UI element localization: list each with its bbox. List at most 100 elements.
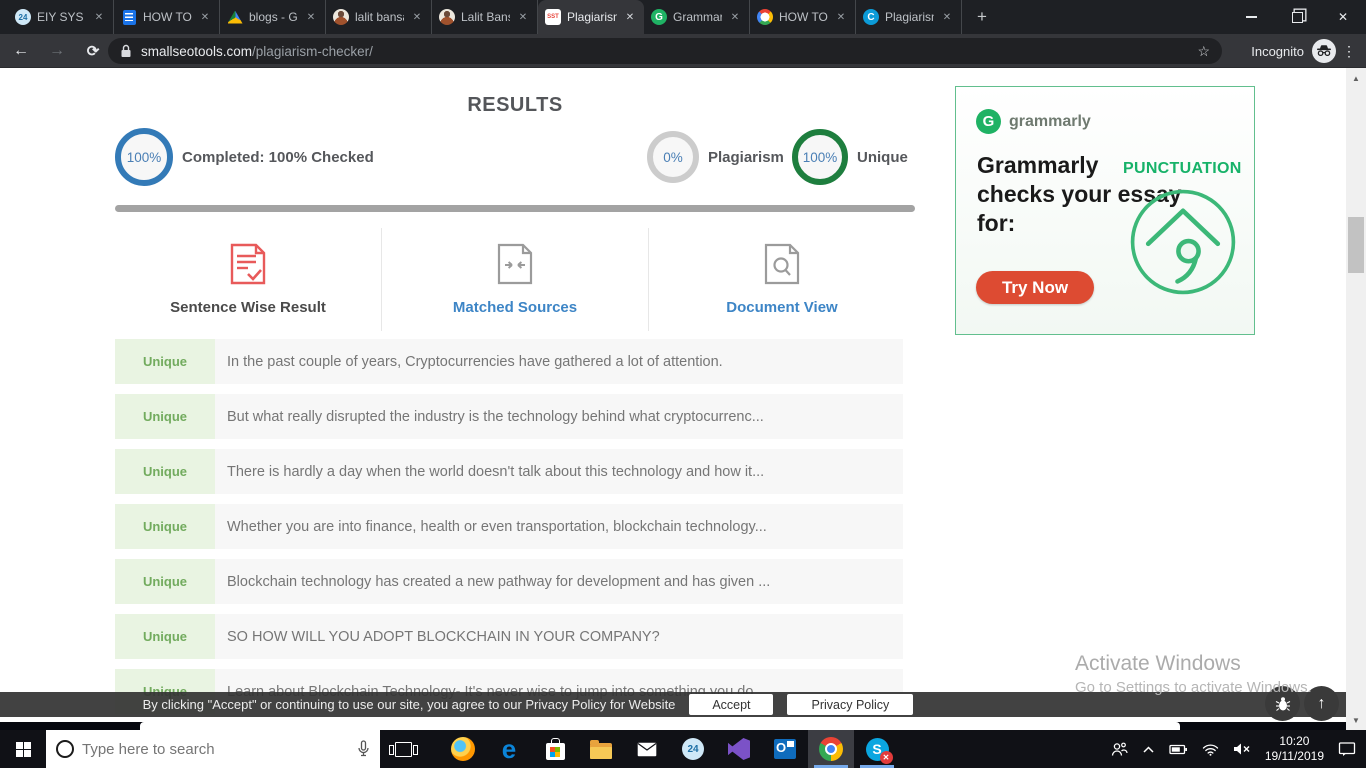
close-icon[interactable] <box>304 10 318 24</box>
tab-document-view[interactable]: Document View <box>648 228 915 331</box>
close-icon[interactable] <box>516 10 530 24</box>
tab-matched-sources[interactable]: Matched Sources <box>381 228 648 331</box>
unique-badge: Unique <box>115 504 215 549</box>
address-bar[interactable]: smallseotools.com/plagiarism-checker/ <box>108 38 1222 64</box>
window-controls <box>1228 0 1366 34</box>
new-tab-button[interactable] <box>968 3 996 31</box>
privacy-policy-button[interactable]: Privacy Policy <box>787 694 914 715</box>
tab-howto-google[interactable]: HOW TO PR <box>750 0 856 34</box>
action-center-icon[interactable] <box>1338 741 1356 757</box>
close-icon[interactable] <box>728 10 742 24</box>
back-button[interactable] <box>6 36 36 66</box>
result-row[interactable]: Unique But what really disrupted the ind… <box>115 394 903 439</box>
stat-unique: 100% Unique <box>792 129 908 185</box>
tab-blogs-drive[interactable]: blogs - Goo <box>220 0 326 34</box>
skype-icon <box>865 737 893 764</box>
result-row[interactable]: Unique In the past couple of years, Cryp… <box>115 339 903 384</box>
reload-button[interactable] <box>78 36 108 66</box>
tab-howto-docs[interactable]: HOW TO PR <box>114 0 220 34</box>
sentence-text: But what really disrupted the industry i… <box>227 408 764 425</box>
lock-icon[interactable] <box>120 44 132 58</box>
people-icon[interactable] <box>1110 742 1128 757</box>
close-icon[interactable] <box>623 10 637 24</box>
close-icon[interactable] <box>940 10 954 24</box>
tab-lalit-bansal-2[interactable]: Lalit Bansal <box>432 0 538 34</box>
close-icon[interactable] <box>92 10 106 24</box>
start-button[interactable] <box>0 730 46 768</box>
search-input[interactable] <box>82 740 349 758</box>
scrollbar-thumb[interactable] <box>1348 217 1364 273</box>
mail-taskbar-item[interactable] <box>624 730 670 768</box>
browser-menu-icon[interactable] <box>1338 34 1360 68</box>
bug-icon <box>1275 696 1290 711</box>
tab-title: HOW TO PR <box>143 10 192 24</box>
sentence-results-list: Unique In the past couple of years, Cryp… <box>115 339 903 724</box>
result-row[interactable]: Unique SO HOW WILL YOU ADOPT BLOCKCHAIN … <box>115 614 903 659</box>
result-row[interactable]: Unique There is hardly a day when the wo… <box>115 449 903 494</box>
page-scrollbar[interactable] <box>1346 68 1366 730</box>
result-row[interactable]: Unique Blockchain technology has created… <box>115 559 903 604</box>
scroll-up-arrow[interactable] <box>1346 70 1366 86</box>
task-view-icon <box>388 741 418 757</box>
completed-label: Completed: 100% Checked <box>182 148 374 166</box>
close-icon[interactable] <box>198 10 212 24</box>
unique-badge: Unique <box>115 614 215 659</box>
unique-badge: Unique <box>115 449 215 494</box>
result-row[interactable]: Unique Whether you are into finance, hea… <box>115 504 903 549</box>
wifi-icon[interactable] <box>1202 743 1219 756</box>
minimize-button[interactable] <box>1228 0 1274 34</box>
store-taskbar-item[interactable] <box>532 730 578 768</box>
try-now-button[interactable]: Try Now <box>976 271 1094 304</box>
show-hidden-icons-chevron[interactable] <box>1142 745 1155 754</box>
24-app-taskbar-item[interactable] <box>670 730 716 768</box>
unique-circle: 100% <box>792 129 848 185</box>
task-view-button[interactable] <box>380 730 426 768</box>
tab-plagiarism-active[interactable]: Plagiarism C <box>538 0 644 34</box>
tab-eiy-sys[interactable]: EIY SYS PVT <box>8 0 114 34</box>
outlook-taskbar-item[interactable] <box>762 730 808 768</box>
bookmark-star-icon[interactable] <box>1197 43 1210 60</box>
volume-muted-icon[interactable] <box>1233 742 1251 756</box>
grammarly-ad[interactable]: grammarly Grammarly checks your essay fo… <box>955 86 1255 335</box>
page-bottom-inner <box>140 722 1180 730</box>
tab-lalit-bansal-1[interactable]: lalit bansal <box>326 0 432 34</box>
sentence-text: SO HOW WILL YOU ADOPT BLOCKCHAIN IN YOUR… <box>227 628 660 645</box>
browser-toolbar: smallseotools.com/plagiarism-checker/ In… <box>0 34 1366 68</box>
completed-circle: 100% <box>115 128 173 186</box>
close-icon[interactable] <box>834 10 848 24</box>
taskbar-clock[interactable]: 10:20 19/11/2019 <box>1265 734 1324 764</box>
taskbar-search[interactable] <box>46 730 380 768</box>
google-icon <box>757 9 773 25</box>
microphone-icon[interactable] <box>357 740 370 758</box>
tab-grammarly[interactable]: Grammarly <box>644 0 750 34</box>
scroll-down-arrow[interactable] <box>1346 712 1366 728</box>
skype-taskbar-item[interactable] <box>854 730 900 768</box>
unique-badge: Unique <box>115 394 215 439</box>
visual-studio-taskbar-item[interactable] <box>716 730 762 768</box>
battery-icon[interactable] <box>1169 743 1188 756</box>
grammarly-brand-text: grammarly <box>1009 112 1091 130</box>
edge-taskbar-item[interactable] <box>486 730 532 768</box>
tab-plagiarism-2[interactable]: Plagiarism C <box>856 0 962 34</box>
url-text: smallseotools.com/plagiarism-checker/ <box>141 44 373 59</box>
tab-label: Document View <box>726 299 838 316</box>
smallseotools-icon <box>545 9 561 25</box>
avatar-icon <box>333 9 349 25</box>
activate-windows-subtext: Go to Settings to activate Windows. <box>1075 679 1312 696</box>
chrome-taskbar-item[interactable] <box>808 730 854 768</box>
google-drive-icon <box>227 10 243 24</box>
tab-title: Grammarly <box>673 10 722 24</box>
close-icon[interactable] <box>410 10 424 24</box>
file-explorer-taskbar-item[interactable] <box>578 730 624 768</box>
tabs: EIY SYS PVT HOW TO PR blogs - Goo lalit … <box>0 0 996 34</box>
windows-taskbar: 10:20 19/11/2019 <box>0 730 1366 768</box>
24-logo-icon <box>682 738 704 760</box>
firefox-taskbar-item[interactable] <box>440 730 486 768</box>
restore-button[interactable] <box>1274 0 1320 34</box>
accept-button[interactable]: Accept <box>689 694 774 715</box>
tab-sentence-wise-result[interactable]: Sentence Wise Result <box>115 228 381 331</box>
close-window-button[interactable] <box>1320 0 1366 34</box>
forward-button[interactable] <box>42 36 72 66</box>
avatar-icon <box>439 9 455 25</box>
page-content: RESULTS 100% Completed: 100% Checked 0% … <box>0 68 1346 730</box>
